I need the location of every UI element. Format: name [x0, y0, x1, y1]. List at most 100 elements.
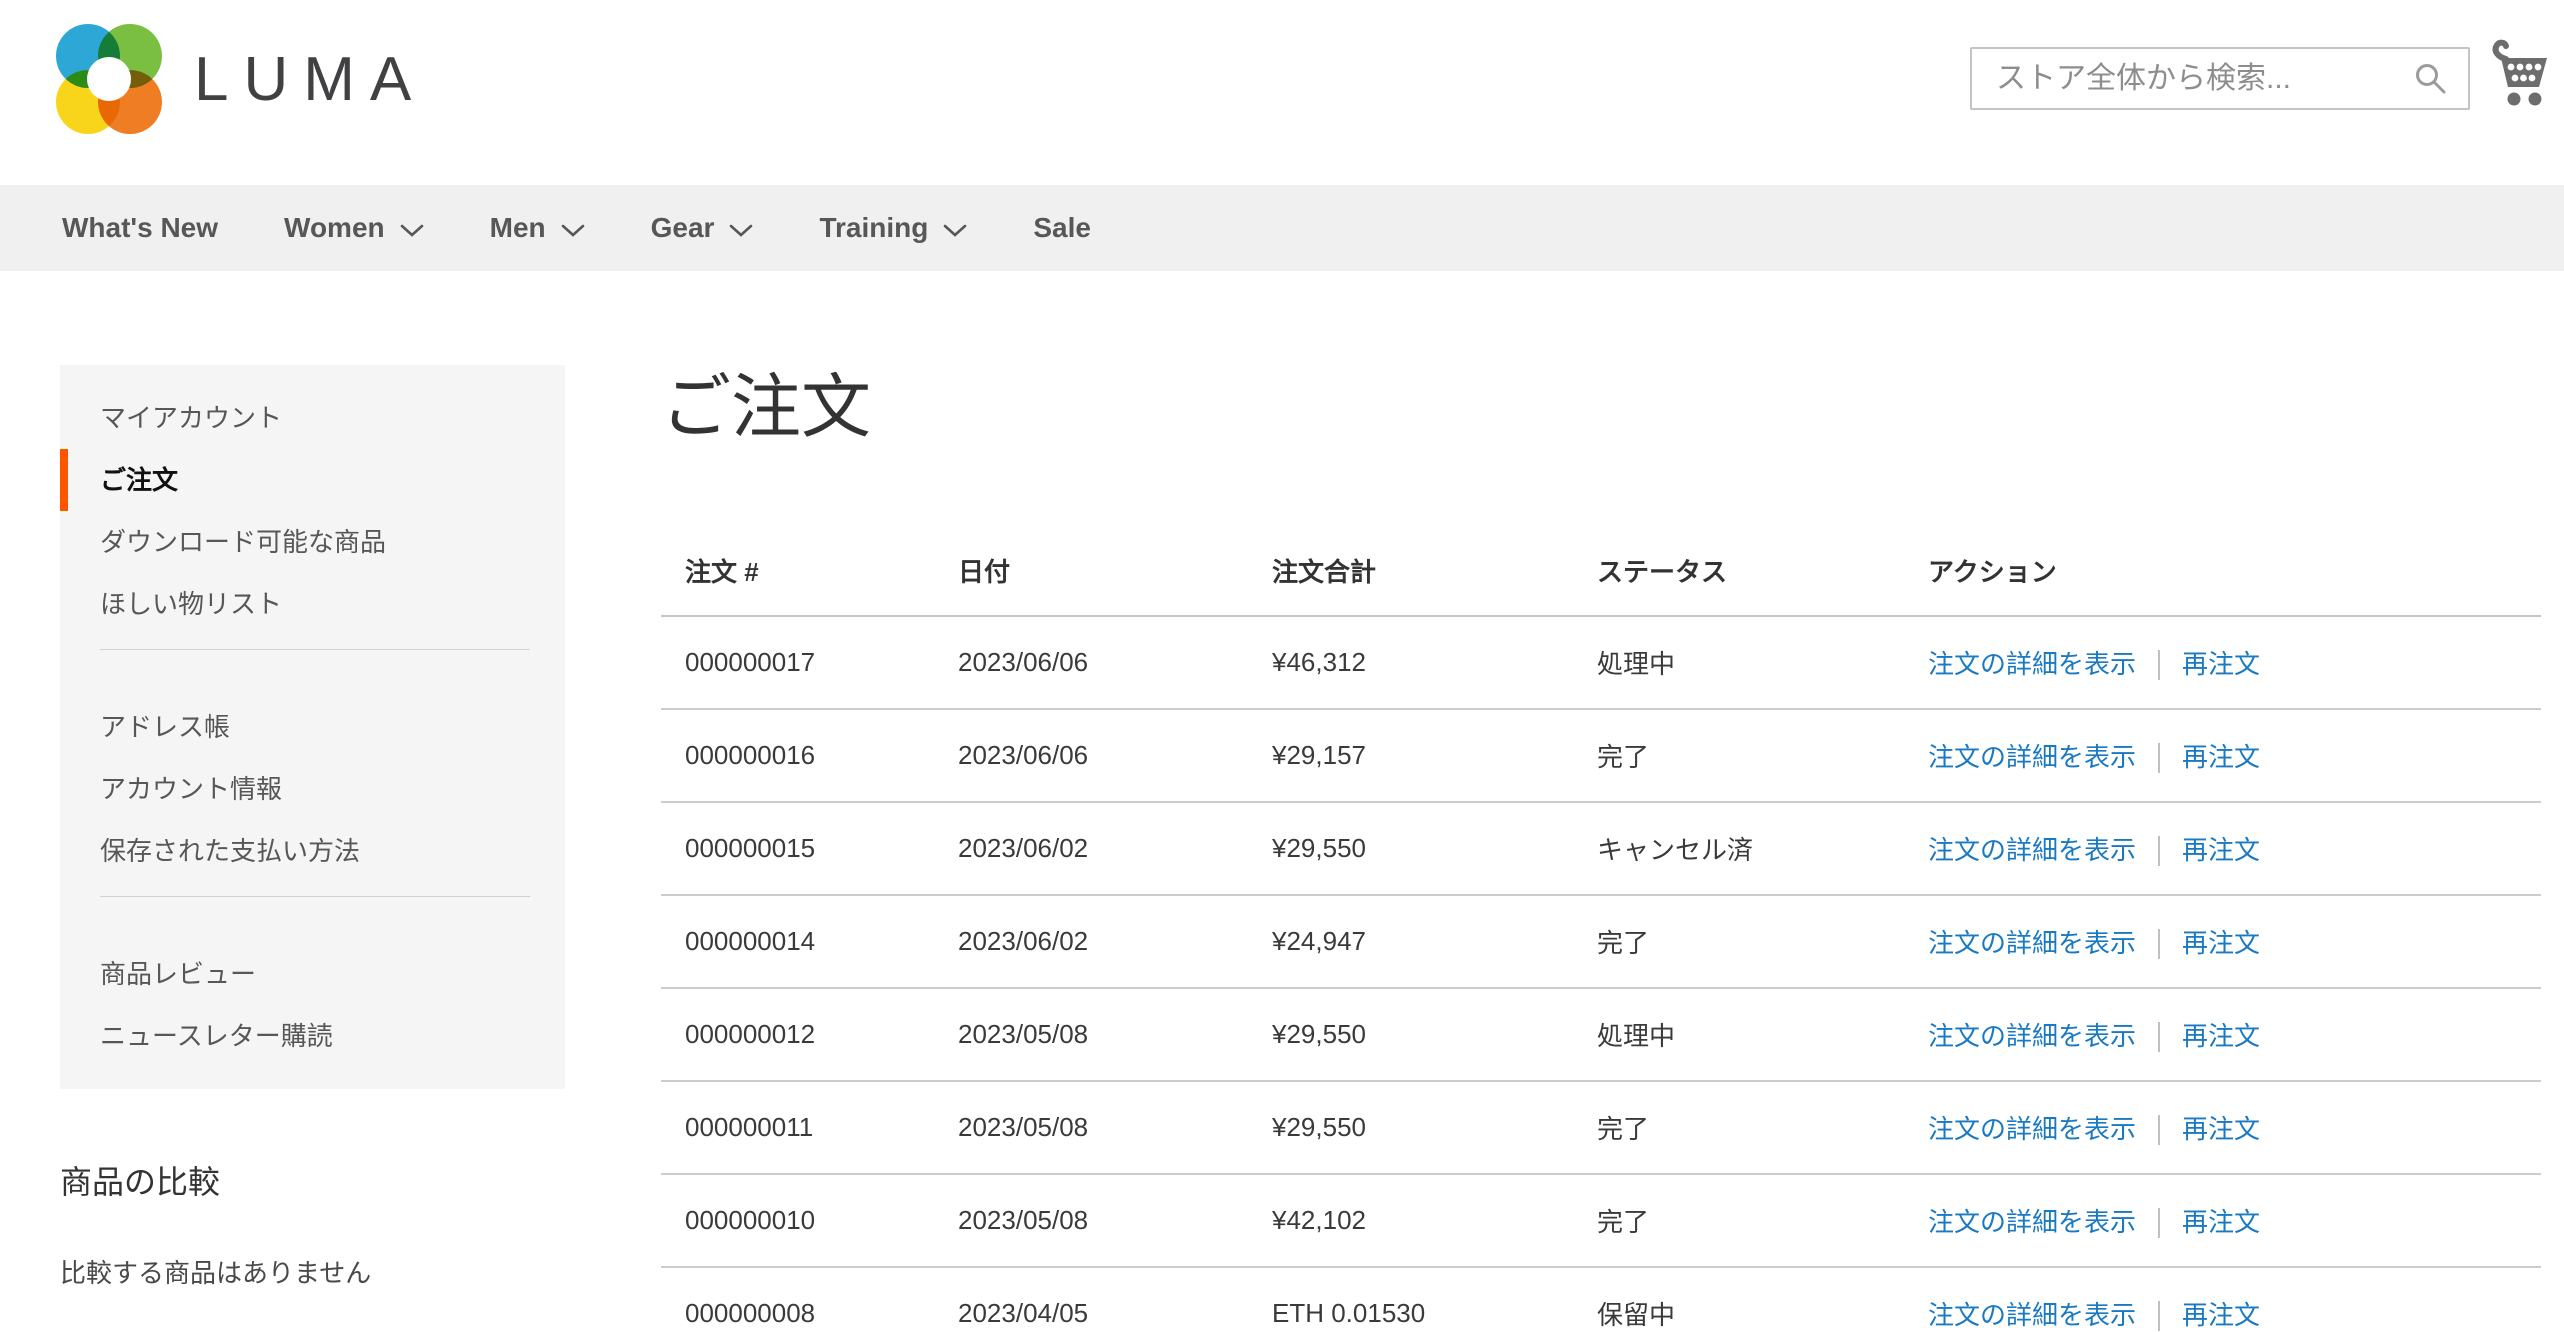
search-icon[interactable]	[2414, 62, 2448, 96]
order-status-cell: 処理中	[1597, 616, 1928, 709]
order-date-cell: 2023/05/08	[958, 1174, 1272, 1267]
order-date-cell: 2023/06/02	[958, 895, 1272, 988]
order-row: 0000000112023/05/08¥29,550完了注文の詳細を表示再注文	[661, 1081, 2541, 1174]
order-status-cell: 完了	[1597, 709, 1928, 802]
order-actions-cell: 注文の詳細を表示 再注文	[1928, 616, 2541, 709]
order-id-cell: 000000015	[661, 802, 958, 895]
order-total-cell: ¥42,102	[1272, 1174, 1597, 1267]
order-row: 0000000122023/05/08¥29,550処理中注文の詳細を表示再注文	[661, 988, 2541, 1081]
account-nav-item-3[interactable]: ほしい物リスト	[60, 573, 565, 635]
reorder-link[interactable]: 再注文	[2182, 742, 2260, 772]
sidebar-divider	[100, 649, 530, 682]
link-separator	[2158, 1208, 2160, 1238]
chevron-down-icon	[561, 224, 585, 238]
nav-item-men[interactable]: Men	[490, 212, 585, 244]
view-order-link[interactable]: 注文の詳細を表示	[1928, 1021, 2136, 1051]
compare-products-title: 商品の比較	[60, 1157, 565, 1203]
sidebar: マイアカウントご注文ダウンロード可能な商品ほしい物リストアドレス帳アカウント情報…	[60, 365, 565, 1332]
order-status-cell: キャンセル済	[1597, 802, 1928, 895]
content: マイアカウントご注文ダウンロード可能な商品ほしい物リストアドレス帳アカウント情報…	[0, 271, 2564, 1332]
view-order-link[interactable]: 注文の詳細を表示	[1928, 928, 2136, 958]
account-nav-item-6[interactable]: 保存された支払い方法	[60, 820, 565, 882]
order-row: 0000000102023/05/08¥42,102完了注文の詳細を表示 再注文	[661, 1174, 2541, 1267]
order-date-cell: 2023/05/08	[958, 988, 1272, 1081]
order-id-cell: 000000014	[661, 895, 958, 988]
account-nav-item-2[interactable]: ダウンロード可能な商品	[60, 511, 565, 573]
nav-item-training[interactable]: Training	[819, 212, 967, 244]
order-total-cell: ETH 0.01530	[1272, 1267, 1597, 1332]
order-total-cell: ¥46,312	[1272, 616, 1597, 709]
view-order-link[interactable]: 注文の詳細を表示	[1928, 1114, 2136, 1144]
order-id-cell: 000000010	[661, 1174, 958, 1267]
page: LUMA What's New	[0, 0, 2564, 1332]
order-date-cell: 2023/06/06	[958, 616, 1272, 709]
column-header-0: 注文 #	[661, 552, 958, 616]
nav-item-whats-new[interactable]: What's New	[62, 212, 218, 244]
luma-logo[interactable]: LUMA	[56, 20, 426, 138]
reorder-link[interactable]: 再注文	[2182, 1300, 2260, 1330]
nav-item-women[interactable]: Women	[284, 212, 424, 244]
order-status-cell: 保留中	[1597, 1267, 1928, 1332]
order-row: 0000000172023/06/06¥46,312処理中注文の詳細を表示 再注文	[661, 616, 2541, 709]
nav-item-gear[interactable]: Gear	[651, 212, 754, 244]
view-order-link[interactable]: 注文の詳細を表示	[1928, 1207, 2136, 1237]
link-separator	[2158, 650, 2160, 680]
account-nav: マイアカウントご注文ダウンロード可能な商品ほしい物リストアドレス帳アカウント情報…	[60, 365, 565, 1089]
chevron-down-icon	[943, 224, 967, 238]
nav-item-sale[interactable]: Sale	[1033, 212, 1091, 244]
account-nav-item-4[interactable]: アドレス帳	[60, 696, 565, 758]
column-header-2: 注文合計	[1272, 552, 1597, 616]
search-box	[1970, 47, 2470, 110]
account-nav-item-8[interactable]: ニュースレター購読	[60, 1005, 565, 1067]
chevron-down-icon	[729, 224, 753, 238]
view-order-link[interactable]: 注文の詳細を表示	[1928, 835, 2136, 865]
nav-item-label: Gear	[651, 212, 715, 244]
account-nav-item-7[interactable]: 商品レビュー	[60, 943, 565, 1005]
order-total-cell: ¥29,550	[1272, 802, 1597, 895]
link-separator	[2158, 1115, 2160, 1145]
reorder-link[interactable]: 再注文	[2182, 649, 2260, 679]
header: LUMA	[0, 0, 2564, 185]
reorder-link[interactable]: 再注文	[2182, 1114, 2260, 1144]
main-nav: What's New Women Men Gear Training Sale	[0, 185, 2564, 271]
order-row: 0000000082023/04/05ETH 0.01530保留中注文の詳細を表…	[661, 1267, 2541, 1332]
link-separator	[2158, 836, 2160, 866]
order-id-cell: 000000017	[661, 616, 958, 709]
order-row: 0000000152023/06/02¥29,550キャンセル済注文の詳細を表示…	[661, 802, 2541, 895]
nav-item-label: What's New	[62, 212, 218, 244]
reorder-link[interactable]: 再注文	[2182, 928, 2260, 958]
account-nav-item-0[interactable]: マイアカウント	[60, 387, 565, 449]
order-row: 0000000162023/06/06¥29,157完了注文の詳細を表示再注文	[661, 709, 2541, 802]
order-date-cell: 2023/06/06	[958, 709, 1272, 802]
account-nav-item-1[interactable]: ご注文	[60, 449, 565, 511]
view-order-link[interactable]: 注文の詳細を表示	[1928, 742, 2136, 772]
view-order-link[interactable]: 注文の詳細を表示	[1928, 649, 2136, 679]
order-status-cell: 処理中	[1597, 988, 1928, 1081]
link-separator	[2158, 929, 2160, 959]
account-nav-item-5[interactable]: アカウント情報	[60, 758, 565, 820]
reorder-link[interactable]: 再注文	[2182, 835, 2260, 865]
orders-table: 注文 #日付注文合計ステータスアクション 0000000172023/06/06…	[661, 552, 2541, 1332]
order-date-cell: 2023/06/02	[958, 802, 1272, 895]
search-input[interactable]	[1970, 47, 2470, 110]
order-total-cell: ¥29,550	[1272, 988, 1597, 1081]
compare-empty-message: 比較する商品はありません	[60, 1253, 565, 1290]
order-id-cell: 000000011	[661, 1081, 958, 1174]
cart-icon[interactable]	[2490, 38, 2550, 110]
link-separator	[2158, 1301, 2160, 1331]
order-status-cell: 完了	[1597, 1174, 1928, 1267]
order-date-cell: 2023/05/08	[958, 1081, 1272, 1174]
view-order-link[interactable]: 注文の詳細を表示	[1928, 1300, 2136, 1330]
order-id-cell: 000000016	[661, 709, 958, 802]
link-separator	[2158, 743, 2160, 773]
nav-item-label: Sale	[1033, 212, 1091, 244]
reorder-link[interactable]: 再注文	[2182, 1021, 2260, 1051]
order-actions-cell: 注文の詳細を表示 再注文	[1928, 1267, 2541, 1332]
luma-logo-icon	[56, 20, 164, 138]
order-total-cell: ¥29,550	[1272, 1081, 1597, 1174]
main-column: ご注文 注文 #日付注文合計ステータスアクション 0000000172023/0…	[661, 365, 2541, 1332]
order-date-cell: 2023/04/05	[958, 1267, 1272, 1332]
nav-item-label: Men	[490, 212, 546, 244]
reorder-link[interactable]: 再注文	[2182, 1207, 2260, 1237]
order-actions-cell: 注文の詳細を表示 再注文	[1928, 988, 2541, 1081]
